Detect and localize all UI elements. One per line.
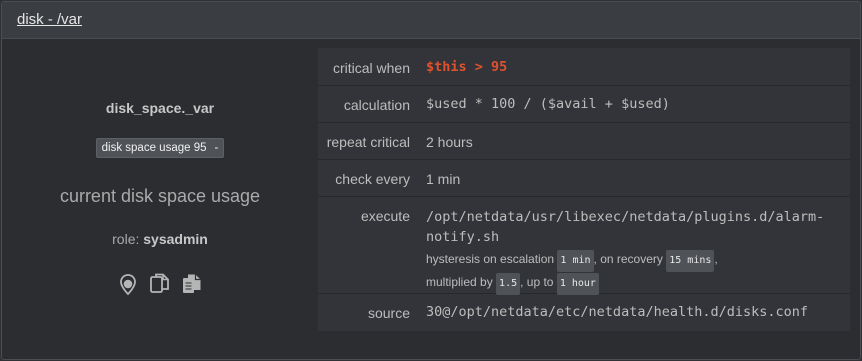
badge-wrapper: disk space usage 95- <box>2 138 318 158</box>
execute-command-line2: notify.sh <box>426 229 500 245</box>
recovery-delay: 15 mins <box>666 250 715 272</box>
max-delay: 1 hour <box>556 273 599 295</box>
alarm-status-badge[interactable]: disk space usage 95- <box>95 138 225 158</box>
alarm-summary: disk_space._var disk space usage 95- cur… <box>2 40 318 359</box>
paste-icon[interactable] <box>180 272 204 296</box>
alarm-actions <box>2 272 318 296</box>
row-key: check every <box>335 171 410 187</box>
panel-title-link[interactable]: disk - /var <box>17 11 82 28</box>
multiplier-mid: , up to <box>520 275 554 289</box>
row-key: source <box>367 305 410 321</box>
row-calculation: calculation $used * 100 / ($avail + $use… <box>318 86 850 123</box>
panel-header: disk - /var <box>2 2 860 39</box>
row-repeat: repeat critical 2 hours <box>318 123 850 160</box>
row-key: repeat critical <box>326 134 410 150</box>
alarm-details-table: critical when $this > 95 calculation $us… <box>318 48 850 331</box>
critical-expression: $this > 95 <box>426 59 508 75</box>
row-key: execute <box>360 208 410 224</box>
role-label: role: <box>112 231 140 247</box>
alarm-name: disk_space._var <box>105 100 215 116</box>
row-critical: critical when $this > 95 <box>318 48 850 86</box>
source-value: 30@/opt/netdata/etc/netdata/health.d/dis… <box>426 304 809 320</box>
multiplier-line: multiplied by 1.5, up to 1 hour <box>426 272 844 295</box>
row-key: critical when <box>332 60 410 76</box>
row-execute: execute /opt/netdata/usr/libexec/netdata… <box>318 197 850 295</box>
hysteresis-label: hysteresis on escalation <box>426 252 555 266</box>
alarm-panel: disk - /var disk_space._var disk space u… <box>1 1 861 360</box>
escalation-delay: 1 min <box>557 250 594 272</box>
multiplier-label: multiplied by <box>426 275 493 289</box>
hysteresis-end: , <box>714 252 718 266</box>
repeat-value: 2 hours <box>426 134 473 150</box>
check-value: 1 min <box>426 171 461 187</box>
badge-label: disk space usage 95 <box>101 142 207 154</box>
map-pin-icon[interactable] <box>116 272 140 296</box>
alarm-role: role: sysadmin <box>2 231 318 247</box>
multiplier-value: 1.5 <box>496 273 521 295</box>
row-key: calculation <box>343 97 410 113</box>
role-value: sysadmin <box>143 231 208 247</box>
copy-icon[interactable] <box>148 272 172 296</box>
alarm-info: current disk space usage <box>59 186 261 206</box>
row-check: check every 1 min <box>318 160 850 197</box>
hysteresis-mid: , on recovery <box>593 252 663 266</box>
row-source: source 30@/opt/netdata/etc/netdata/healt… <box>318 294 850 331</box>
badge-value: - <box>214 142 219 154</box>
execute-command-line1: /opt/netdata/usr/libexec/netdata/plugins… <box>426 209 825 225</box>
hysteresis-line: hysteresis on escalation 1 min, on recov… <box>426 249 844 272</box>
execute-value: /opt/netdata/usr/libexec/netdata/plugins… <box>418 197 850 295</box>
calculation-expression: $used * 100 / ($avail + $used) <box>426 96 670 112</box>
